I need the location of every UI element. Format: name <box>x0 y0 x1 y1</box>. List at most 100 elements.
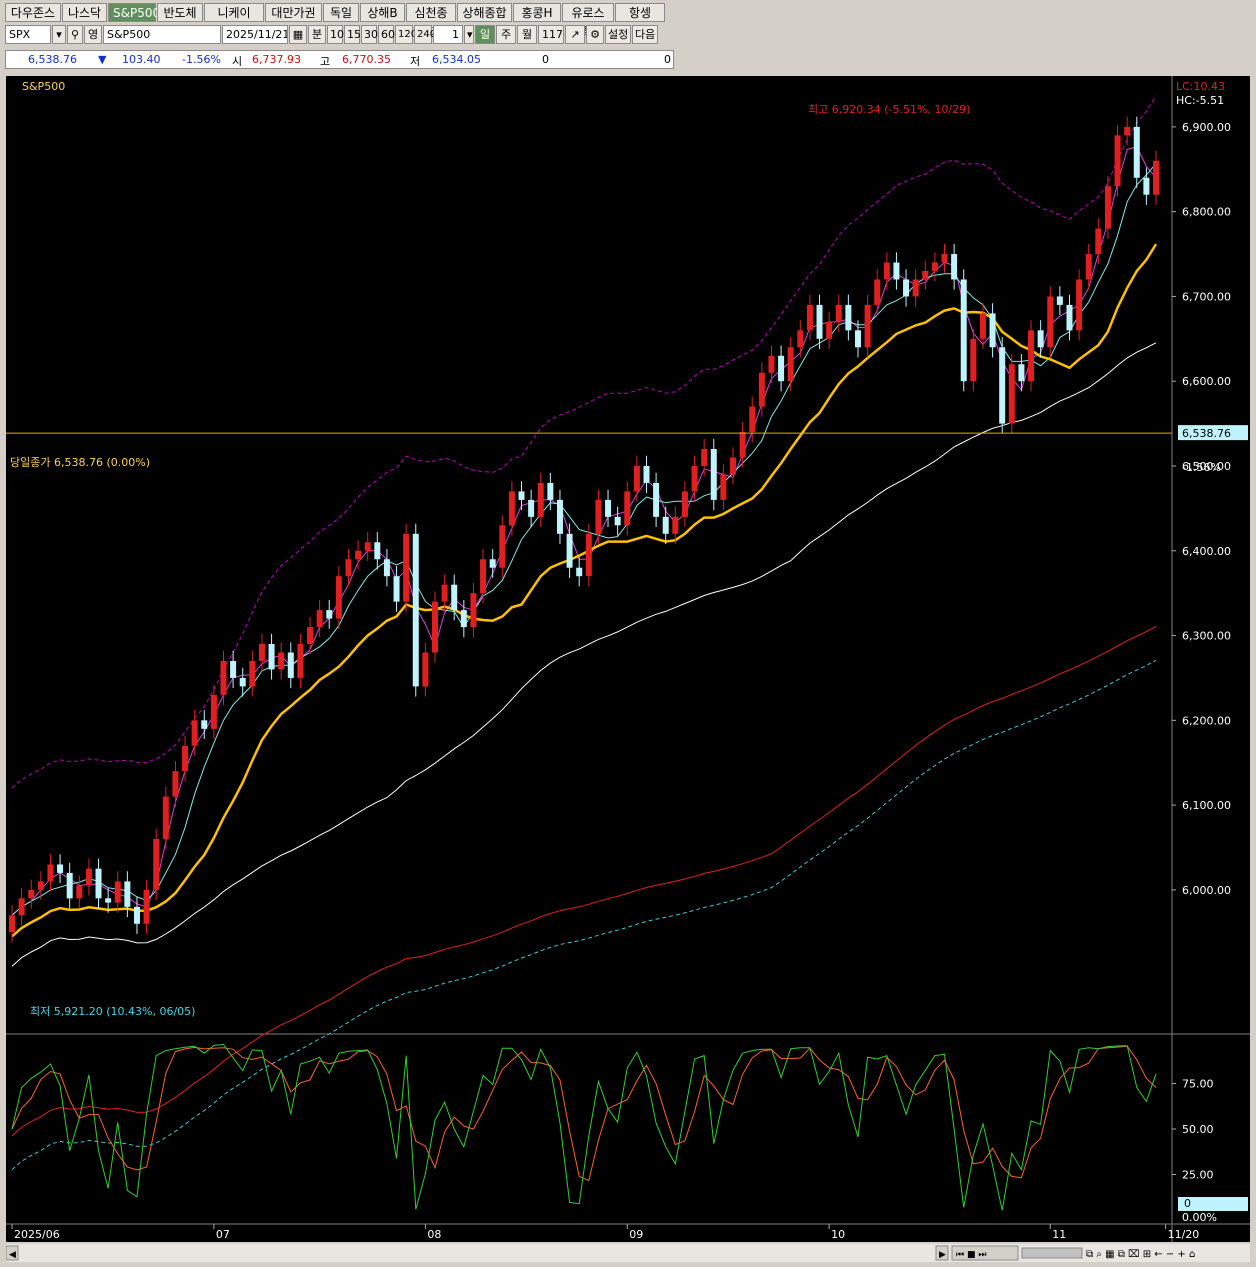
date-field[interactable]: 2025/11/21 <box>222 25 288 44</box>
candle-body <box>854 330 861 348</box>
tab-nasdaq[interactable]: 나스닥 <box>62 3 107 22</box>
indicator-icon[interactable]: ↗ <box>565 25 585 44</box>
candle-body <box>1095 228 1102 255</box>
zoom-tools-icons: ⧉ ⌕ ▦ ⧉ ⌧ ⊞ ← − + ⌂ <box>1086 1249 1195 1260</box>
candle-body <box>710 449 717 500</box>
period-15-button[interactable]: 15 <box>344 25 361 44</box>
candle-body <box>787 347 794 382</box>
tab-shanghai-comp[interactable]: 상해종합 <box>457 3 512 22</box>
tab-nikkei[interactable]: 니케이 <box>204 3 264 22</box>
candle-body <box>66 872 73 899</box>
bottom-scrollbar[interactable]: ◀ ▶ ⏮ ■ ⏭ ⧉ ⌕ ▦ ⧉ ⌧ ⊞ ← − + ⌂ <box>5 1244 1250 1262</box>
period-60-button[interactable]: 60 <box>378 25 395 44</box>
candle-body <box>1104 186 1111 229</box>
week-button[interactable]: 주 <box>496 25 516 44</box>
candle-body <box>297 644 304 678</box>
candle-body <box>633 465 640 492</box>
y-tick-label: 6,800.00 <box>1182 206 1231 219</box>
day-button[interactable]: 일 <box>475 25 495 44</box>
candle-body <box>547 482 554 500</box>
zoom-slider[interactable] <box>1021 1247 1083 1259</box>
chart-area[interactable]: S&P500 당일종가 6,538.76 (0.00%) 최고 6,920.34… <box>6 76 1250 1242</box>
candle-body <box>383 559 390 577</box>
candle-body <box>768 355 775 373</box>
y-tick-label: 6,600.00 <box>1182 375 1231 388</box>
candle-body <box>758 372 765 407</box>
candle-body <box>1114 135 1121 187</box>
candle-body <box>1076 279 1083 331</box>
candle-body <box>220 660 227 695</box>
tab-hongkong-h[interactable]: 홍콩H <box>513 3 561 22</box>
tab-semiconductor[interactable]: 반도체 <box>157 3 203 22</box>
period-240-button[interactable]: 240 <box>414 25 436 44</box>
candle-body <box>1028 330 1035 382</box>
tab-germany[interactable]: 독일 <box>323 3 359 22</box>
candle-body <box>931 262 938 271</box>
candle-body <box>893 262 900 280</box>
tab-dow[interactable]: 다우존스 <box>5 3 61 22</box>
tab-hangseng[interactable]: 항셍 <box>615 3 665 22</box>
candle-body <box>268 644 275 670</box>
search-icon[interactable]: ⚲ <box>67 25 83 44</box>
candle-body <box>883 262 890 280</box>
last-price: 6,538.76 <box>28 53 77 66</box>
symbol-name-field[interactable]: S&P500 <box>103 25 221 44</box>
month-button[interactable]: 월 <box>517 25 537 44</box>
symbol-select[interactable]: SPX <box>5 25 51 44</box>
tab-eurostoxx[interactable]: 유로스톡 <box>562 3 614 39</box>
period-120-button[interactable]: 120 <box>395 25 417 44</box>
candle-body <box>489 559 496 568</box>
count-dropdown-icon[interactable]: ▾ <box>464 25 474 44</box>
y-tick-label: 6,500.00 <box>1182 460 1231 473</box>
next-button[interactable]: 다음 <box>632 25 658 44</box>
calendar-icon[interactable]: ▦ <box>289 25 307 44</box>
osc-tick-label: 50.00 <box>1182 1123 1214 1136</box>
candle-body <box>249 660 256 687</box>
candle-body <box>681 491 688 517</box>
low-price: 6,534.05 <box>432 53 481 66</box>
y-tick-label: 6,200.00 <box>1182 714 1231 727</box>
period-30-button[interactable]: 30 <box>361 25 378 44</box>
candle-body <box>701 449 708 466</box>
candle-body <box>912 279 919 297</box>
candle-body <box>153 839 160 890</box>
candle-body <box>133 906 140 924</box>
symbol-dropdown-icon[interactable]: ▾ <box>52 25 66 44</box>
y-tick-label: 6,100.00 <box>1182 799 1231 812</box>
last-price-tag: 6,538.76 <box>1182 427 1231 440</box>
bar-count-field[interactable]: 117 <box>538 25 564 44</box>
period-10-button[interactable]: 10 <box>327 25 344 44</box>
candle-body <box>816 304 823 339</box>
volume-1: 0 <box>542 53 549 66</box>
ma10-line <box>11 163 1157 916</box>
candle-body <box>393 576 400 602</box>
settings-button[interactable]: 설정 <box>605 25 631 44</box>
x-tick-label: 08 <box>427 1228 441 1241</box>
candle-body <box>403 533 410 602</box>
candle-body <box>191 720 198 746</box>
tab-taiwan[interactable]: 대만가권 <box>265 3 322 22</box>
candle-body <box>201 720 208 729</box>
minute-button[interactable]: 분 <box>308 25 326 44</box>
candle-body <box>691 465 698 492</box>
osc-tick-label: 75.00 <box>1182 1078 1214 1091</box>
candle-body <box>518 491 525 500</box>
gear-icon[interactable]: ⚙ <box>586 25 604 44</box>
candle-body <box>739 432 746 458</box>
candle-body <box>576 567 583 577</box>
tab-shenzhen[interactable]: 심천종합 <box>406 3 456 39</box>
x-tick-label: 11 <box>1052 1228 1066 1241</box>
tab-sp500[interactable]: S&P500 <box>108 3 160 22</box>
candle-body <box>835 304 842 322</box>
price-chart-svg[interactable]: S&P500 당일종가 6,538.76 (0.00%) 최고 6,920.34… <box>6 76 1250 1242</box>
count-field[interactable]: 1 <box>433 25 463 44</box>
candle-body <box>960 279 967 382</box>
candle-body <box>18 898 25 916</box>
volume-2: 0 <box>664 53 671 66</box>
market-kind-button[interactable]: 영 <box>84 25 102 44</box>
candle-body <box>979 313 986 339</box>
candle-body <box>210 694 217 729</box>
tab-shanghai-b[interactable]: 상해B <box>360 3 405 22</box>
candle-body <box>595 499 602 534</box>
y-tick-label: 6,700.00 <box>1182 290 1231 303</box>
